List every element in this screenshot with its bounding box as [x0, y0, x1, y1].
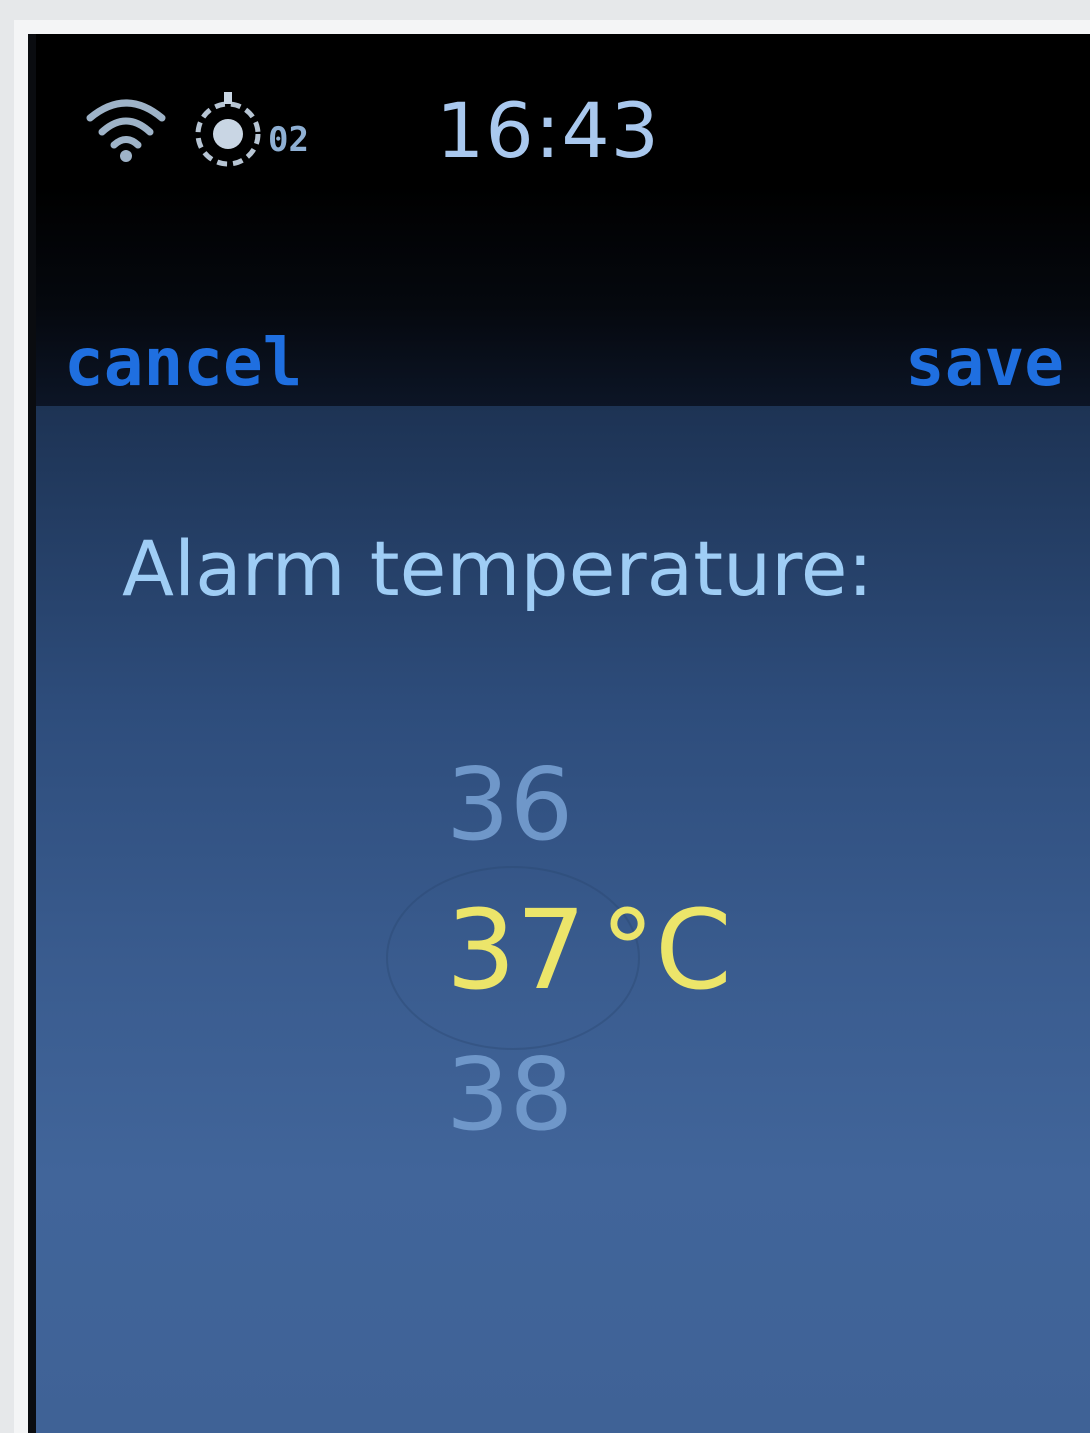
- save-button[interactable]: save: [905, 324, 1064, 401]
- oxygen-label: 02: [268, 120, 309, 160]
- status-bar: 02 16:43: [36, 34, 1090, 184]
- temperature-unit: °C: [599, 886, 732, 1014]
- action-bar: cancel save: [36, 184, 1090, 406]
- device-screen: 02 16:43 cancel save Alarm temperature: …: [28, 34, 1090, 1433]
- wifi-icon: [86, 99, 166, 162]
- oxygen-sensor-icon: [195, 92, 261, 167]
- cancel-button[interactable]: cancel: [64, 324, 302, 401]
- temperature-picker[interactable]: 36 37 °C 38: [386, 726, 746, 1153]
- picker-selected-value[interactable]: 37 °C: [446, 886, 732, 1014]
- clock-time: 16:43: [436, 86, 661, 175]
- page-title: Alarm temperature:: [122, 524, 874, 613]
- picker-next-value[interactable]: 38: [446, 1036, 573, 1153]
- settings-panel: Alarm temperature: 36 37 °C 38: [36, 406, 1090, 1433]
- picker-previous-value[interactable]: 36: [446, 746, 573, 863]
- selected-value-number: 37: [446, 886, 586, 1014]
